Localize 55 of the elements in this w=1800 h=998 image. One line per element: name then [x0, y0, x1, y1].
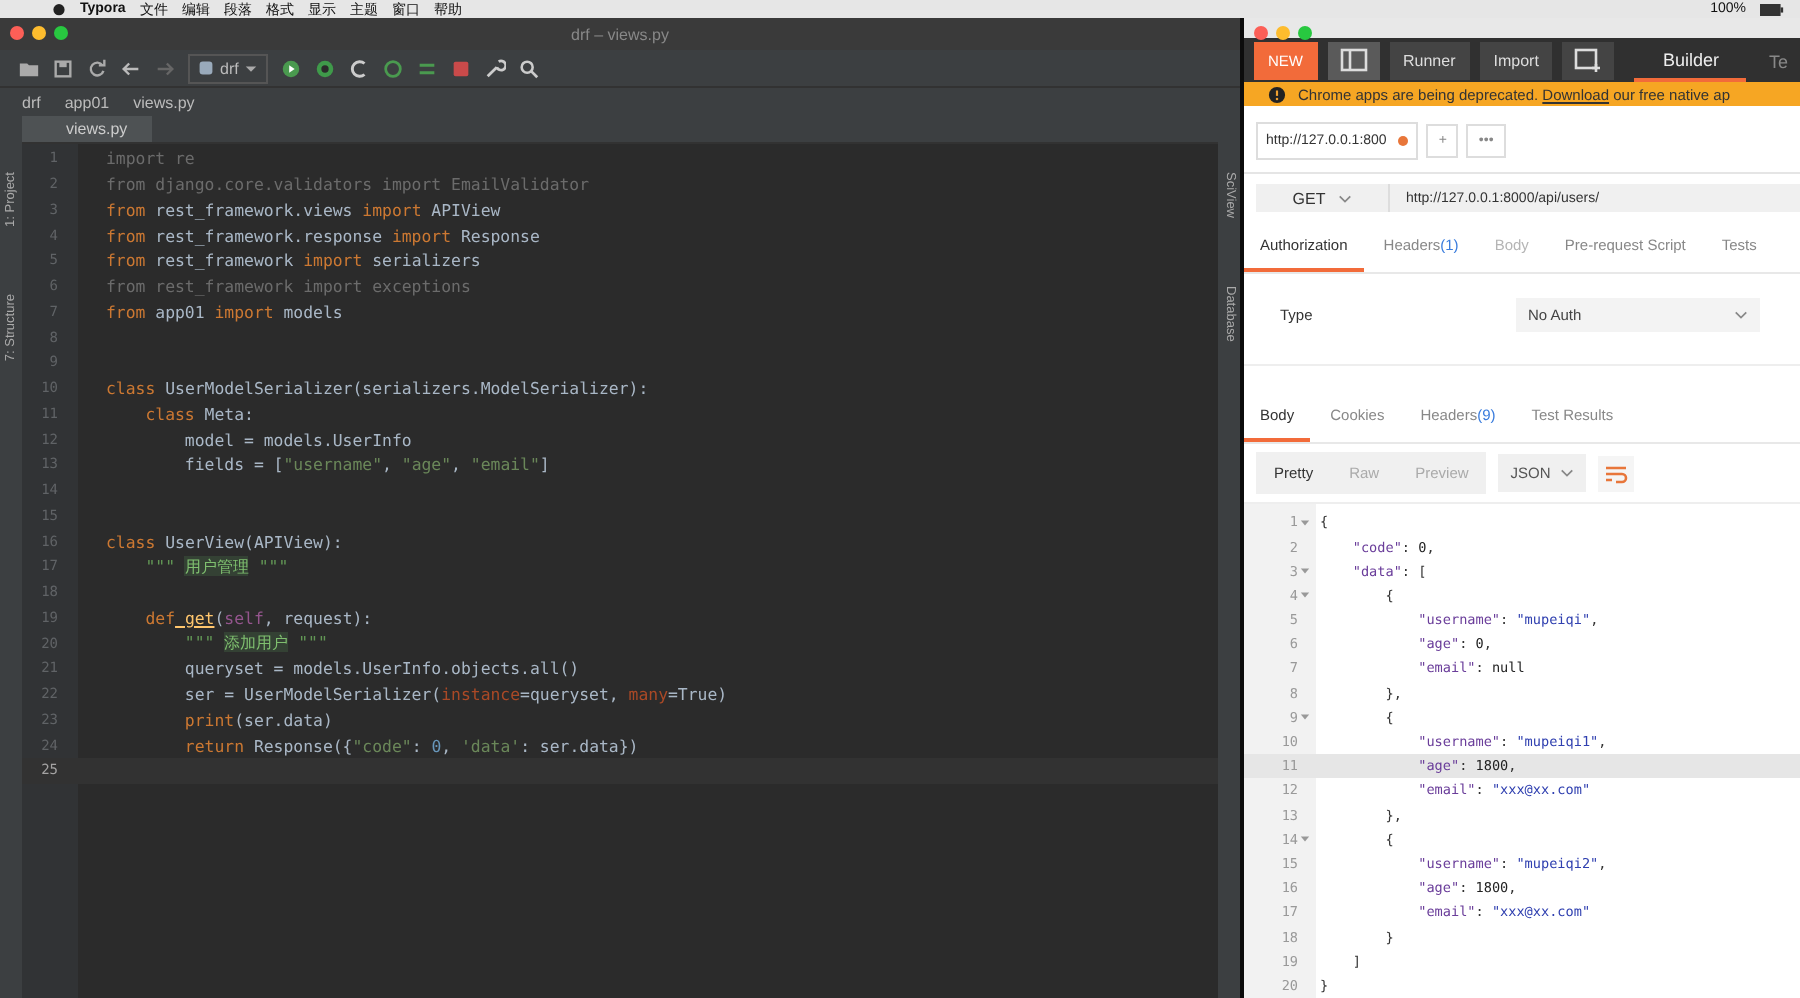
code-line: print(ser.data) — [182, 709, 333, 730]
code-line: """ 添加用户 """ — [182, 632, 328, 655]
code-line: ser = UserModelSerializer(instance=queryset, many=True) — [182, 684, 728, 705]
chevron-icon — [1560, 466, 1575, 481]
code-line: import re — [106, 148, 195, 169]
code-line: from rest_framework import exceptions — [106, 276, 471, 297]
run-configuration-dropdown[interactable]: drf — [188, 53, 269, 83]
breadcrumb[interactable]: app01 — [64, 93, 110, 111]
window-controls[interactable] — [10, 26, 68, 40]
warning-icon — [1268, 85, 1286, 104]
code-line: from rest_framework import serializers — [106, 250, 481, 271]
chevron-icon — [1337, 191, 1352, 206]
back-arrow-icon[interactable] — [120, 57, 142, 79]
code-line: return Response({"code": 0, 'data': ser.data}) — [182, 735, 639, 756]
search-icon[interactable] — [518, 57, 541, 79]
new-window-icon — [1574, 48, 1603, 73]
fold-arrow-icon[interactable] — [1300, 517, 1310, 528]
code-line: queryset = models.UserInfo.objects.all() — [182, 658, 580, 679]
code-line: from app01 import models — [106, 301, 343, 322]
code-line: class UserView(APIView): — [106, 531, 343, 552]
new-window-button[interactable] — [1562, 41, 1615, 80]
sidebar-icon — [1339, 48, 1367, 73]
toolbar-button[interactable]: Import — [1479, 41, 1553, 80]
caret-icon — [244, 61, 259, 75]
sidebar-toggle-button[interactable] — [1327, 41, 1379, 80]
code-line: def get(self, request): — [143, 607, 373, 628]
chevron-icon — [1734, 308, 1748, 323]
fold-arrow-icon[interactable] — [1300, 566, 1310, 577]
method-dropdown[interactable]: GET — [1256, 184, 1388, 213]
breadcrumb[interactable]: drf — [22, 93, 41, 111]
code-line: class Meta: — [143, 403, 254, 424]
battery-icon[interactable] — [1760, 3, 1784, 15]
code-line: from rest_framework.views import APIView — [106, 199, 501, 220]
sync-icon[interactable] — [86, 57, 108, 79]
code-line: model = models.UserInfo — [182, 429, 412, 450]
wrap-lines-icon — [1604, 461, 1629, 486]
window-title: drf – views.py — [571, 25, 669, 43]
mode-tab[interactable]: Te — [1756, 40, 1800, 81]
run-icon[interactable] — [280, 57, 303, 79]
code-line: from rest_framework.response import Response — [106, 225, 540, 246]
file-tab[interactable]: views.py — [22, 116, 152, 142]
toolbar-button[interactable]: Runner — [1389, 41, 1470, 80]
wrench-icon[interactable] — [484, 57, 507, 79]
save-icon[interactable] — [52, 57, 74, 79]
code-line: """ 用户管理 """ — [143, 555, 289, 578]
debug-icon[interactable] — [314, 57, 337, 79]
code-line: from django.core.validators import EmailValidator — [106, 174, 590, 195]
fold-arrow-icon[interactable] — [1300, 712, 1310, 723]
wrap-lines-button[interactable] — [1598, 455, 1635, 492]
code-line: fields = ["username", "age", "email"] — [182, 454, 550, 475]
apple-icon[interactable] — [52, 2, 66, 16]
code-line: class UserModelSerializer(serializers.ModelSerializer): — [106, 378, 649, 399]
fold-arrow-icon[interactable] — [1300, 590, 1310, 601]
fold-arrow-icon[interactable] — [1300, 834, 1310, 845]
breadcrumb[interactable]: views.py — [133, 93, 195, 111]
